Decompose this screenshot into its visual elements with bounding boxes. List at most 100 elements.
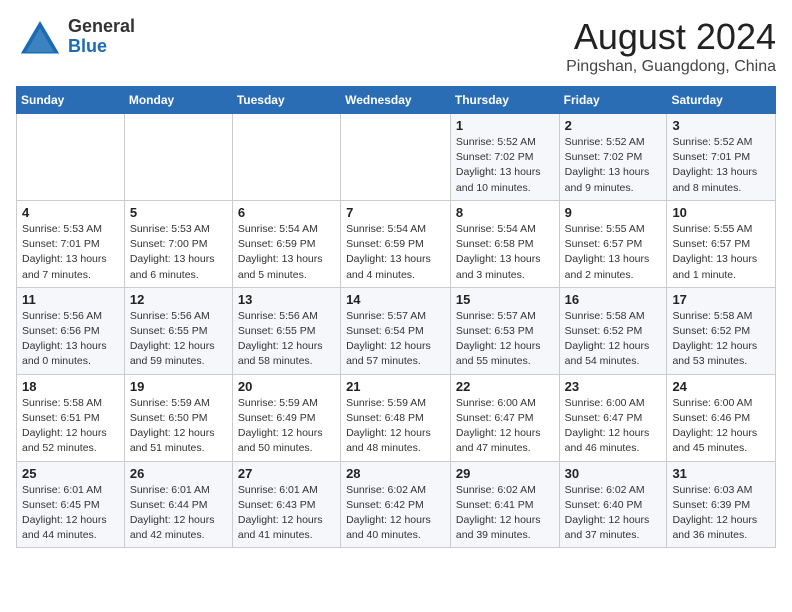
calendar-cell: 13 Sunrise: 5:56 AM Sunset: 6:55 PM Dayli… (232, 287, 340, 374)
calendar-cell (232, 114, 340, 201)
calendar-cell: 11 Sunrise: 5:56 AM Sunset: 6:56 PM Dayli… (17, 287, 125, 374)
day-detail: Sunrise: 5:56 AM Sunset: 6:55 PM Dayligh… (238, 309, 335, 370)
day-detail: Sunrise: 6:02 AM Sunset: 6:40 PM Dayligh… (565, 483, 662, 544)
calendar-cell: 7 Sunrise: 5:54 AM Sunset: 6:59 PM Daylig… (341, 200, 451, 287)
calendar-week-row: 25 Sunrise: 6:01 AM Sunset: 6:45 PM Dayli… (17, 461, 776, 548)
day-detail: Sunrise: 6:01 AM Sunset: 6:43 PM Dayligh… (238, 483, 335, 544)
day-detail: Sunrise: 6:00 AM Sunset: 6:46 PM Dayligh… (672, 396, 770, 457)
day-detail: Sunrise: 5:56 AM Sunset: 6:55 PM Dayligh… (130, 309, 227, 370)
day-number: 5 (130, 205, 227, 220)
day-number: 19 (130, 379, 227, 394)
calendar-cell: 8 Sunrise: 5:54 AM Sunset: 6:58 PM Daylig… (450, 200, 559, 287)
day-number: 20 (238, 379, 335, 394)
day-detail: Sunrise: 6:02 AM Sunset: 6:41 PM Dayligh… (456, 483, 554, 544)
calendar-cell: 25 Sunrise: 6:01 AM Sunset: 6:45 PM Dayli… (17, 461, 125, 548)
logo-text: General Blue (68, 17, 135, 57)
day-number: 2 (565, 118, 662, 133)
day-detail: Sunrise: 5:54 AM Sunset: 6:58 PM Dayligh… (456, 222, 554, 283)
calendar-cell: 31Sunrise: 6:03 AM Sunset: 6:39 PM Dayli… (667, 461, 776, 548)
logo-icon (16, 16, 64, 58)
day-number: 25 (22, 466, 119, 481)
day-number: 8 (456, 205, 554, 220)
day-detail: Sunrise: 5:57 AM Sunset: 6:53 PM Dayligh… (456, 309, 554, 370)
calendar-body: 1 Sunrise: 5:52 AM Sunset: 7:02 PM Daylig… (17, 114, 776, 548)
calendar-table: SundayMondayTuesdayWednesdayThursdayFrid… (16, 86, 776, 548)
day-detail: Sunrise: 5:57 AM Sunset: 6:54 PM Dayligh… (346, 309, 445, 370)
page-header: General Blue August 2024 Pingshan, Guang… (16, 16, 776, 76)
calendar-cell: 2 Sunrise: 5:52 AM Sunset: 7:02 PM Daylig… (559, 114, 667, 201)
calendar-cell: 1 Sunrise: 5:52 AM Sunset: 7:02 PM Daylig… (450, 114, 559, 201)
calendar-cell: 29 Sunrise: 6:02 AM Sunset: 6:41 PM Dayli… (450, 461, 559, 548)
day-detail: Sunrise: 5:54 AM Sunset: 6:59 PM Dayligh… (346, 222, 445, 283)
day-detail: Sunrise: 5:52 AM Sunset: 7:01 PM Dayligh… (672, 135, 770, 196)
day-detail: Sunrise: 5:58 AM Sunset: 6:52 PM Dayligh… (672, 309, 770, 370)
calendar-cell: 22 Sunrise: 6:00 AM Sunset: 6:47 PM Dayli… (450, 374, 559, 461)
logo-general: General (68, 17, 135, 37)
calendar-cell (124, 114, 232, 201)
title-block: August 2024 Pingshan, Guangdong, China (566, 16, 776, 76)
weekday-header-saturday: Saturday (667, 87, 776, 114)
weekday-header-sunday: Sunday (17, 87, 125, 114)
calendar-cell (341, 114, 451, 201)
day-detail: Sunrise: 5:56 AM Sunset: 6:56 PM Dayligh… (22, 309, 119, 370)
calendar-cell: 23 Sunrise: 6:00 AM Sunset: 6:47 PM Dayli… (559, 374, 667, 461)
day-number: 7 (346, 205, 445, 220)
day-detail: Sunrise: 5:52 AM Sunset: 7:02 PM Dayligh… (565, 135, 662, 196)
day-number: 23 (565, 379, 662, 394)
weekday-header-monday: Monday (124, 87, 232, 114)
day-number: 21 (346, 379, 445, 394)
calendar-cell: 28Sunrise: 6:02 AM Sunset: 6:42 PM Dayli… (341, 461, 451, 548)
day-detail: Sunrise: 6:00 AM Sunset: 6:47 PM Dayligh… (565, 396, 662, 457)
day-detail: Sunrise: 6:00 AM Sunset: 6:47 PM Dayligh… (456, 396, 554, 457)
day-number: 11 (22, 292, 119, 307)
day-number: 18 (22, 379, 119, 394)
day-number: 6 (238, 205, 335, 220)
day-detail: Sunrise: 6:01 AM Sunset: 6:45 PM Dayligh… (22, 483, 119, 544)
calendar-week-row: 4 Sunrise: 5:53 AM Sunset: 7:01 PM Daylig… (17, 200, 776, 287)
day-detail: Sunrise: 5:53 AM Sunset: 7:01 PM Dayligh… (22, 222, 119, 283)
calendar-cell: 3Sunrise: 5:52 AM Sunset: 7:01 PM Daylig… (667, 114, 776, 201)
day-number: 30 (565, 466, 662, 481)
day-number: 17 (672, 292, 770, 307)
day-detail: Sunrise: 5:54 AM Sunset: 6:59 PM Dayligh… (238, 222, 335, 283)
day-number: 1 (456, 118, 554, 133)
day-detail: Sunrise: 5:52 AM Sunset: 7:02 PM Dayligh… (456, 135, 554, 196)
weekday-header-row: SundayMondayTuesdayWednesdayThursdayFrid… (17, 87, 776, 114)
day-number: 16 (565, 292, 662, 307)
day-number: 29 (456, 466, 554, 481)
logo-blue: Blue (68, 37, 135, 57)
calendar-cell: 5Sunrise: 5:53 AM Sunset: 7:00 PM Daylig… (124, 200, 232, 287)
day-number: 15 (456, 292, 554, 307)
calendar-cell: 24 Sunrise: 6:00 AM Sunset: 6:46 PM Dayli… (667, 374, 776, 461)
day-number: 24 (672, 379, 770, 394)
day-number: 22 (456, 379, 554, 394)
day-detail: Sunrise: 5:58 AM Sunset: 6:52 PM Dayligh… (565, 309, 662, 370)
day-number: 4 (22, 205, 119, 220)
day-detail: Sunrise: 6:03 AM Sunset: 6:39 PM Dayligh… (672, 483, 770, 544)
calendar-cell: 4 Sunrise: 5:53 AM Sunset: 7:01 PM Daylig… (17, 200, 125, 287)
calendar-cell: 21 Sunrise: 5:59 AM Sunset: 6:48 PM Dayli… (341, 374, 451, 461)
calendar-cell: 6 Sunrise: 5:54 AM Sunset: 6:59 PM Daylig… (232, 200, 340, 287)
day-detail: Sunrise: 5:59 AM Sunset: 6:48 PM Dayligh… (346, 396, 445, 457)
calendar-cell: 17 Sunrise: 5:58 AM Sunset: 6:52 PM Dayli… (667, 287, 776, 374)
calendar-cell: 20 Sunrise: 5:59 AM Sunset: 6:49 PM Dayli… (232, 374, 340, 461)
day-detail: Sunrise: 5:59 AM Sunset: 6:49 PM Dayligh… (238, 396, 335, 457)
calendar-week-row: 11 Sunrise: 5:56 AM Sunset: 6:56 PM Dayli… (17, 287, 776, 374)
calendar-cell: 19 Sunrise: 5:59 AM Sunset: 6:50 PM Dayli… (124, 374, 232, 461)
calendar-week-row: 1 Sunrise: 5:52 AM Sunset: 7:02 PM Daylig… (17, 114, 776, 201)
day-number: 28 (346, 466, 445, 481)
weekday-header-thursday: Thursday (450, 87, 559, 114)
day-number: 13 (238, 292, 335, 307)
day-number: 9 (565, 205, 662, 220)
day-detail: Sunrise: 5:55 AM Sunset: 6:57 PM Dayligh… (565, 222, 662, 283)
calendar-cell: 10Sunrise: 5:55 AM Sunset: 6:57 PM Dayli… (667, 200, 776, 287)
calendar-cell: 16 Sunrise: 5:58 AM Sunset: 6:52 PM Dayli… (559, 287, 667, 374)
calendar-cell: 14Sunrise: 5:57 AM Sunset: 6:54 PM Dayli… (341, 287, 451, 374)
day-detail: Sunrise: 5:58 AM Sunset: 6:51 PM Dayligh… (22, 396, 119, 457)
day-detail: Sunrise: 5:59 AM Sunset: 6:50 PM Dayligh… (130, 396, 227, 457)
day-number: 27 (238, 466, 335, 481)
calendar-cell (17, 114, 125, 201)
calendar-cell: 12Sunrise: 5:56 AM Sunset: 6:55 PM Dayli… (124, 287, 232, 374)
day-detail: Sunrise: 5:55 AM Sunset: 6:57 PM Dayligh… (672, 222, 770, 283)
weekday-header-tuesday: Tuesday (232, 87, 340, 114)
